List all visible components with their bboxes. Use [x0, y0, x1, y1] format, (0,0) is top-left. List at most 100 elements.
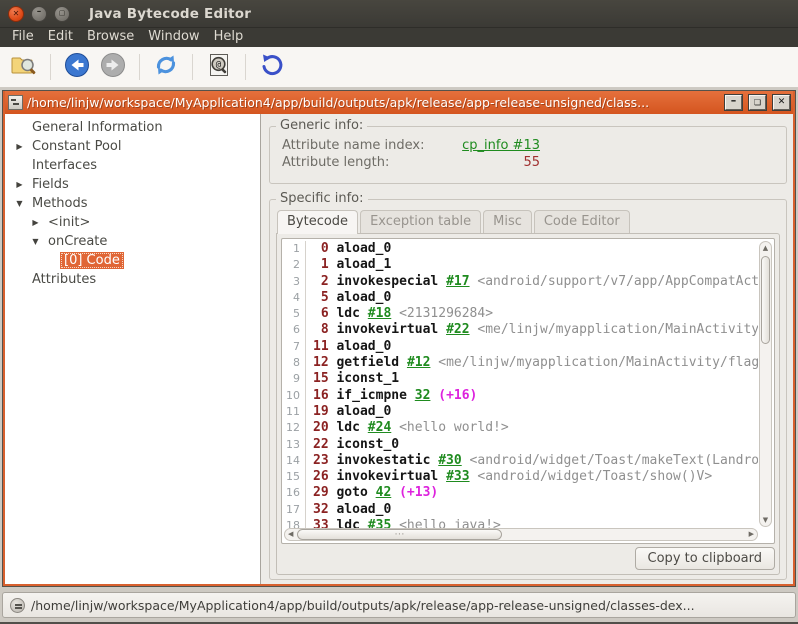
tree-item-0-code[interactable]: [0] Code: [5, 251, 260, 270]
expanded-arrow-icon[interactable]: ▼: [11, 199, 28, 208]
constant-pool-ref-link[interactable]: 42: [376, 485, 392, 500]
vertical-scrollbar[interactable]: [759, 241, 772, 527]
tree-item-methods[interactable]: ▼ Methods: [5, 194, 260, 213]
horizontal-scroll-thumb[interactable]: [297, 529, 502, 540]
scroll-left-arrow-icon[interactable]: [288, 530, 293, 538]
scroll-right-arrow-icon[interactable]: [749, 530, 754, 538]
svg-text:@: @: [216, 60, 222, 70]
constant-pool-ref-link[interactable]: #12: [407, 355, 430, 370]
scroll-up-arrow-icon[interactable]: [760, 244, 771, 252]
constant-pool-ref-link[interactable]: #33: [446, 469, 469, 484]
menu-item-help[interactable]: Help: [207, 28, 251, 47]
constant-pool-ref-link[interactable]: #22: [446, 322, 469, 337]
expanded-arrow-icon[interactable]: ▼: [27, 237, 44, 246]
tree-item-attributes[interactable]: Attributes: [5, 270, 260, 289]
tab-bytecode[interactable]: Bytecode: [277, 210, 359, 234]
find-in-file-icon: @: [206, 52, 232, 82]
instruction: 19 aload_0: [313, 403, 392, 419]
collapsed-arrow-icon[interactable]: ▶: [11, 142, 28, 151]
specific-info-tabs: Bytecode Exception table Misc Code Editor: [276, 210, 780, 234]
line-number: 16: [283, 485, 306, 502]
reload-icon: [153, 52, 179, 82]
line-number: 10: [283, 387, 306, 404]
bytecode-line: 6 8 invokevirtual #22 <me/linjw/myapplic…: [283, 322, 758, 339]
toolbar-separator: [50, 54, 51, 80]
constant-pool-ref-link[interactable]: #30: [438, 453, 461, 468]
toolbar-separator: [192, 54, 193, 80]
collapsed-arrow-icon[interactable]: ▶: [11, 180, 28, 189]
app-title: Java Bytecode Editor: [89, 5, 252, 22]
frame-title-bar[interactable]: /home/linjw/workspace/MyApplication4/app…: [5, 91, 793, 114]
find-button[interactable]: @: [201, 50, 237, 84]
frame-minimize-button[interactable]: [725, 95, 742, 110]
back-button[interactable]: [59, 50, 95, 84]
tree-item-interfaces[interactable]: Interfaces: [5, 156, 260, 175]
tree-item-label: Fields: [32, 177, 69, 192]
tree-item-label: onCreate: [48, 234, 108, 249]
horizontal-scrollbar[interactable]: [284, 528, 758, 541]
status-bar: /home/linjw/workspace/MyApplication4/app…: [0, 589, 798, 622]
instruction: 11 aload_0: [313, 338, 392, 354]
forward-button[interactable]: [95, 50, 131, 84]
frame-task-icon: [10, 597, 25, 613]
line-number: 5: [283, 306, 306, 323]
menu-item-file[interactable]: File: [5, 28, 41, 47]
tree-item-label: Constant Pool: [32, 139, 122, 154]
frame-close-button[interactable]: [773, 95, 790, 110]
line-number: 15: [283, 469, 306, 486]
collapsed-arrow-icon[interactable]: ▶: [27, 218, 44, 227]
frame-task-button[interactable]: /home/linjw/workspace/MyApplication4/app…: [2, 592, 796, 618]
open-class-button[interactable]: [6, 50, 42, 84]
instruction: 1 aload_1: [313, 257, 392, 273]
menu-item-window[interactable]: Window: [141, 28, 206, 47]
instruction: 20 ldc #24 <hello world!>: [313, 420, 509, 436]
revert-icon: [259, 52, 285, 82]
bytecode-line: 9 15 iconst_1: [283, 371, 758, 388]
instruction: 2 invokespecial #17 <android/support/v7/…: [313, 273, 758, 289]
vertical-scroll-thumb[interactable]: [761, 256, 770, 344]
tree-item-general-information[interactable]: General Information: [5, 118, 260, 137]
constant-pool-ref-link[interactable]: #18: [368, 306, 391, 321]
constant-pool-ref-link[interactable]: #24: [368, 420, 391, 435]
line-number: 17: [283, 501, 306, 519]
copy-to-clipboard-button[interactable]: Copy to clipboard: [634, 547, 775, 570]
menu-item-browse[interactable]: Browse: [80, 28, 141, 47]
tree-item-fields[interactable]: ▶ Fields: [5, 175, 260, 194]
line-number: 8: [283, 355, 306, 372]
close-button[interactable]: [8, 5, 24, 22]
bytecode-line: 7 11 aload_0: [283, 338, 758, 356]
constant-pool-ref-link[interactable]: #35: [368, 518, 391, 528]
constant-pool-link[interactable]: cp_info #13: [450, 137, 540, 154]
instruction: 16 if_icmpne 32 (+16): [313, 387, 478, 403]
toolbar-separator: [139, 54, 140, 80]
bytecode-line: 1 0 aload_0: [283, 241, 758, 258]
menu-item-edit[interactable]: Edit: [41, 28, 80, 47]
constant-pool-ref-link[interactable]: #17: [446, 274, 469, 289]
line-number: 13: [283, 436, 306, 453]
bytecode-scrollpane: 1 0 aload_0 2 1 aload_1 3 2 invokespecial …: [281, 238, 775, 544]
instruction: 12 getfield #12 <me/linjw/myapplication/…: [313, 355, 758, 371]
tree-item-label: [0] Code: [60, 252, 124, 269]
line-number: 4: [283, 289, 306, 307]
minimize-button[interactable]: [31, 5, 47, 22]
bytecode-line: 8 12 getfield #12 <me/linjw/myapplication…: [283, 355, 758, 372]
tab-code-editor[interactable]: Code Editor: [533, 210, 630, 233]
line-number: 12: [283, 420, 306, 437]
attribute-length-row: Attribute length: 55: [282, 154, 774, 171]
tree-item-constant-pool[interactable]: ▶ Constant Pool: [5, 137, 260, 156]
tree-item-label: Attributes: [32, 272, 97, 287]
tab-misc[interactable]: Misc: [483, 210, 532, 233]
constant-pool-ref-link[interactable]: 32: [415, 388, 431, 403]
maximize-button[interactable]: [54, 5, 70, 22]
frame-restore-button[interactable]: [749, 95, 766, 110]
revert-button[interactable]: [254, 50, 290, 84]
line-number: 1: [283, 241, 306, 258]
bytecode-line: 4 5 aload_0: [283, 289, 758, 307]
tab-exception-table[interactable]: Exception table: [360, 210, 482, 233]
scroll-down-arrow-icon[interactable]: [760, 516, 771, 524]
reload-button[interactable]: [148, 50, 184, 84]
tree-item-oncreate[interactable]: ▼ onCreate: [5, 232, 260, 251]
tree-item-init[interactable]: ▶ <init>: [5, 213, 260, 232]
instruction: 8 invokevirtual #22 <me/linjw/myapplicat…: [313, 322, 758, 338]
bytecode-line: 17 32 aload_0: [283, 501, 758, 519]
